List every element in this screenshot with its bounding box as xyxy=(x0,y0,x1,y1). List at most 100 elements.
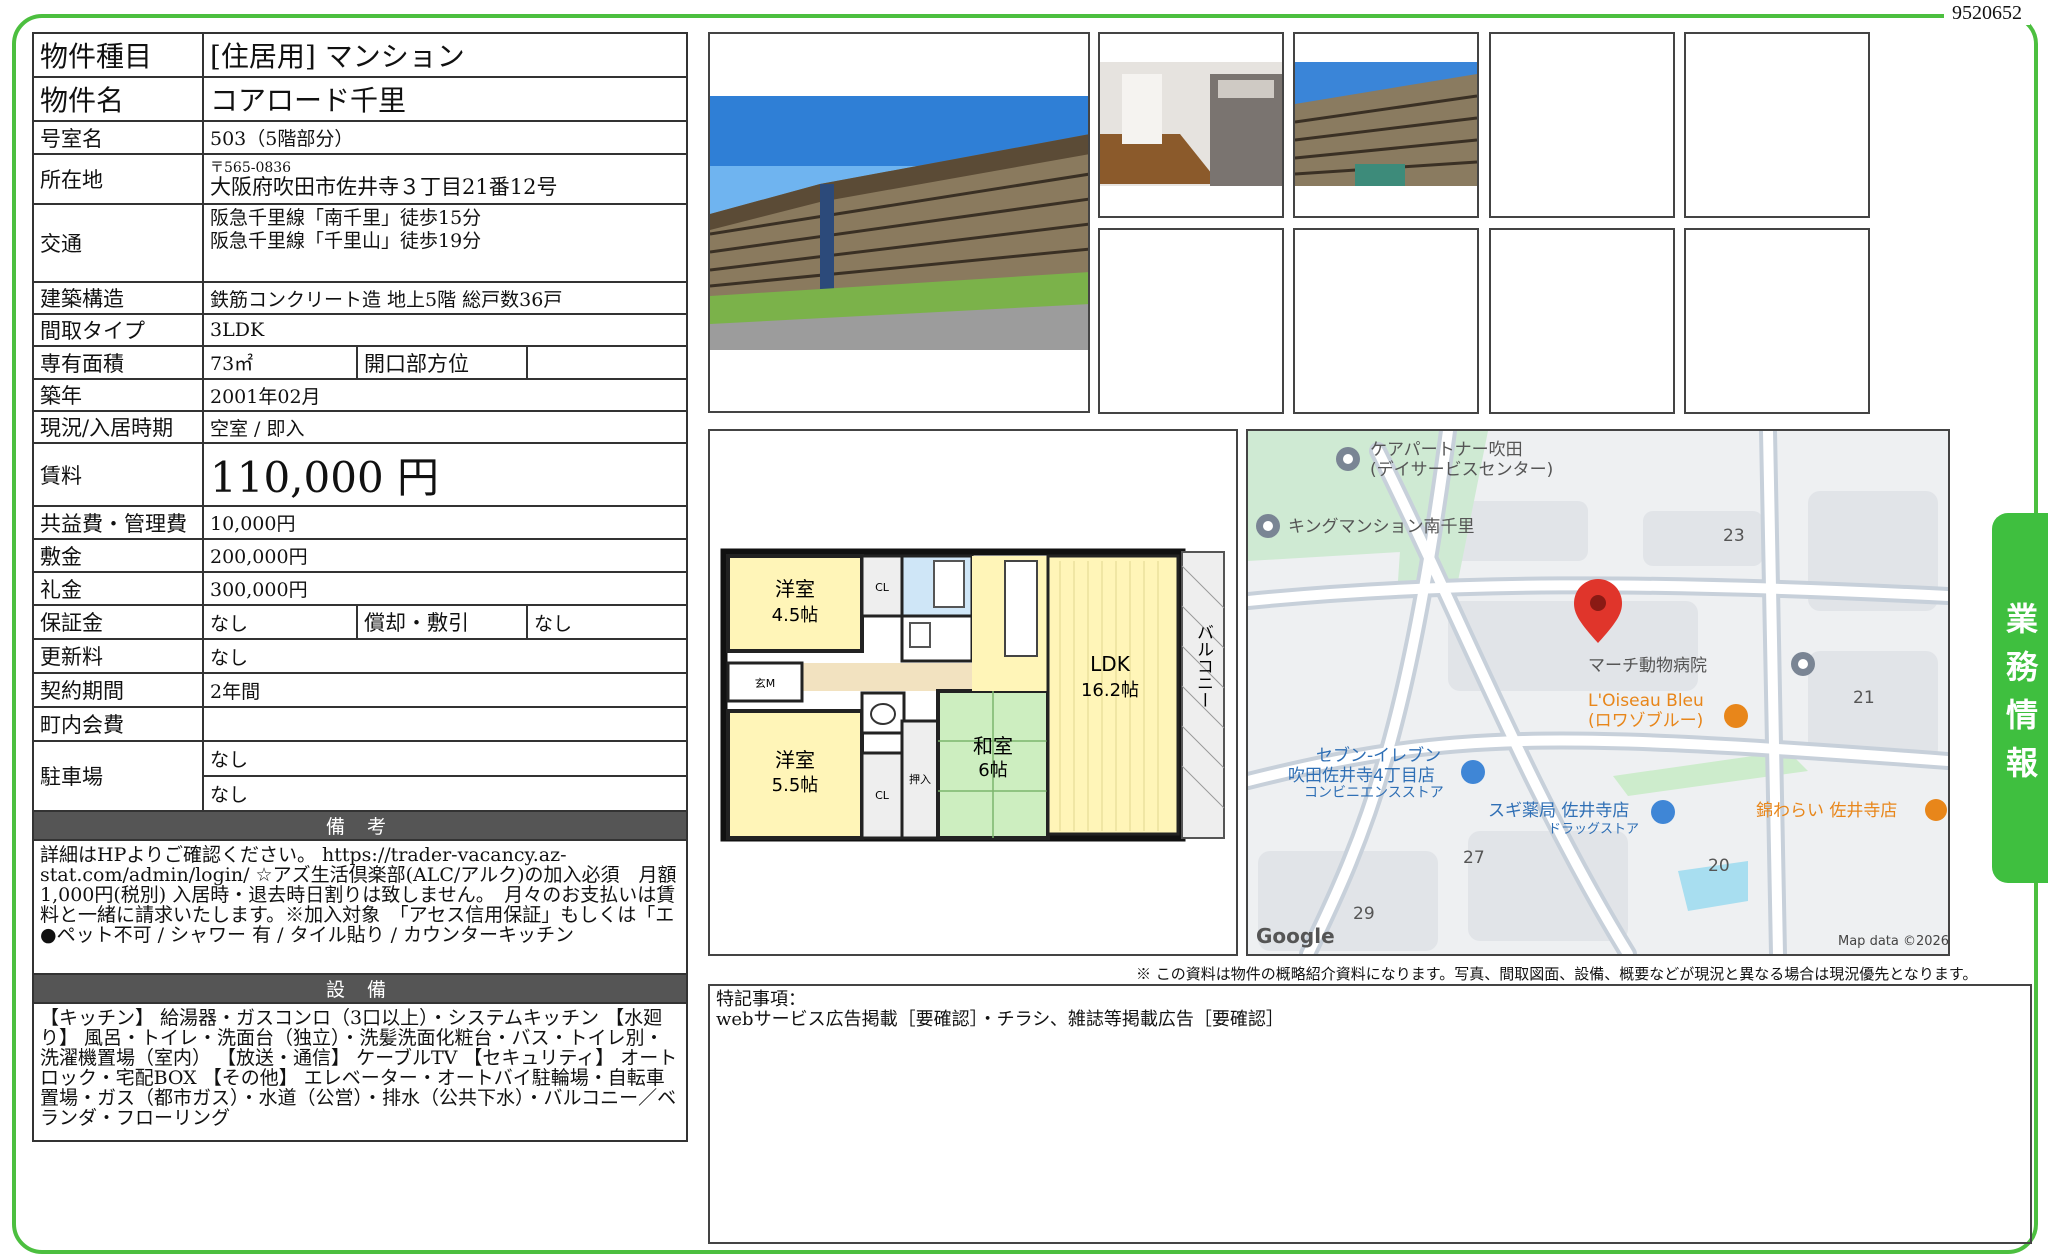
deposit-value: 200,000円 xyxy=(201,538,689,573)
rent-value: 110,000 円 xyxy=(201,442,689,507)
map-poi6-name: スギ薬局 佐井寺店 xyxy=(1488,801,1629,821)
built-value: 2001年02月 xyxy=(201,378,689,412)
layout-label: 間取タイプ xyxy=(32,313,204,347)
amortization-label: 償却・敷引 xyxy=(356,604,528,640)
notes-header: 備 考 xyxy=(31,810,689,841)
map-poi1-name: ケアパートナー吹田 xyxy=(1370,440,1523,460)
structure-label: 建築構造 xyxy=(32,281,204,315)
balcony-label: バルコニー xyxy=(1193,624,1213,709)
address-label: 所在地 xyxy=(32,153,204,205)
renewal-label: 更新料 xyxy=(32,638,204,674)
map-poi3-name: マーチ動物病院 xyxy=(1588,656,1707,676)
thumb-photo-exterior[interactable] xyxy=(1293,32,1479,218)
thumb-photo-kitchen[interactable] xyxy=(1098,32,1284,218)
floor-plan[interactable]: バルコニー 洋室 4.5帖 CL 玄M 洋室 5.5帖 CL 押入 和室 6帖 … xyxy=(708,429,1238,956)
room-value: 503（5階部分） xyxy=(201,120,689,155)
status-label: 現況/入居時期 xyxy=(32,410,204,444)
map-poi7-name: 錦わらい 佐井寺店 xyxy=(1756,801,1897,821)
area-label: 専有面積 xyxy=(32,345,204,380)
thumb-empty-4 xyxy=(1293,228,1479,414)
room3-label: 和室 xyxy=(973,734,1013,758)
thumb-empty-2 xyxy=(1684,32,1870,218)
map-block-20: 20 xyxy=(1708,856,1730,876)
room2-size: 5.5帖 xyxy=(772,775,819,796)
access-line-1: 阪急千里線「南千里」徒歩15分 xyxy=(210,207,482,229)
ldk-size: 16.2帖 xyxy=(1081,680,1139,701)
fee-value: 10,000円 xyxy=(201,505,689,540)
closet-label-1: CL xyxy=(875,581,890,594)
parking-value-1: なし xyxy=(201,740,689,777)
map-block-23: 23 xyxy=(1723,526,1745,546)
status-value: 空室 / 即入 xyxy=(201,410,689,444)
map-poi6-sub: ドラッグストア xyxy=(1548,822,1639,837)
guarantee-value: なし xyxy=(202,604,358,640)
special-remarks-box: 特記事項： webサービス広告掲載［要確認］・チラシ、雑誌等掲載広告［要確認］ xyxy=(708,984,2032,1244)
address-zip: 〒565-0836 xyxy=(210,160,292,176)
town-fee-value xyxy=(201,706,689,742)
map-block-27: 27 xyxy=(1463,848,1485,868)
room-label: 号室名 xyxy=(32,120,204,155)
direction-value xyxy=(525,345,689,380)
fee-label: 共益費・管理費 xyxy=(32,505,204,540)
address-cell: 〒565-0836 大阪府吹田市佐井寺３丁目21番12号 xyxy=(201,153,689,205)
business-info-tab-label: 業務情報 xyxy=(2001,602,2039,794)
address-value: 大阪府吹田市佐井寺３丁目21番12号 xyxy=(210,175,558,199)
amortization-value: なし xyxy=(525,604,689,640)
map-poi4-name: L'Oiseau Bleu xyxy=(1588,691,1704,711)
notes-features: ●ペット不可 / シャワー 有 / タイル貼り / カウンターキッチン xyxy=(40,924,575,946)
access-label: 交通 xyxy=(32,203,204,283)
thumb-empty-3 xyxy=(1098,228,1284,414)
equipment-text: 【キッチン】 給湯器・ガスコンロ（3口以上）・システムキッチン 【水廻り】 風呂… xyxy=(31,1002,689,1142)
thumb-empty-5 xyxy=(1489,228,1675,414)
built-label: 築年 xyxy=(32,378,204,412)
map-attribution: Map data ©2026 xyxy=(1838,934,1948,949)
type-value: [住居用] マンション xyxy=(201,32,689,78)
layout-value: 3LDK xyxy=(201,313,689,347)
genkan-label: 玄M xyxy=(755,676,776,690)
disclaimer-text: ※ この資料は物件の概略紹介資料になります。写真、間取図面、設備、概要などが現況… xyxy=(1136,965,1978,983)
map-poi5-sub2: コンビニエンスストア xyxy=(1304,785,1444,801)
business-info-tab[interactable]: 業務情報 xyxy=(1992,513,2048,883)
parking-value-2: なし xyxy=(201,775,689,812)
map-block-21: 21 xyxy=(1853,688,1875,708)
google-logo: Google xyxy=(1256,924,1335,948)
name-value: コアロード千里 xyxy=(201,76,689,122)
special-remarks-text: webサービス広告掲載［要確認］・チラシ、雑誌等掲載広告［要確認］ xyxy=(716,1009,1284,1030)
ldk-label: LDK xyxy=(1090,652,1131,676)
parking-label: 駐車場 xyxy=(32,740,204,812)
special-remarks-label: 特記事項： xyxy=(716,989,806,1010)
notes-text: 詳細はHPよりご確認ください。 https://trader-vacancy.a… xyxy=(40,844,677,926)
room1-label: 洋室 xyxy=(775,577,815,601)
access-line-2: 阪急千里線「千里山」徒歩19分 xyxy=(210,230,482,252)
location-map[interactable]: ケアパートナー吹田 (デイサービスセンター) キングマンション南千里 マーチ動物… xyxy=(1246,429,1950,956)
map-poi-king-mansion[interactable]: キングマンション南千里 xyxy=(1256,514,1475,538)
type-label: 物件種目 xyxy=(32,32,204,78)
map-poi5-sub: 吹田佐井寺4丁目店 xyxy=(1288,766,1435,786)
direction-label: 開口部方位 xyxy=(356,345,528,380)
contract-value: 2年間 xyxy=(201,672,689,708)
main-photo-building[interactable] xyxy=(708,32,1090,413)
room1-size: 4.5帖 xyxy=(772,605,819,626)
map-block-29: 29 xyxy=(1353,904,1375,924)
property-info-table: 物件種目 [住居用] マンション 物件名 コアロード千里 号室名 503（5階部分） … xyxy=(31,32,689,1142)
key-money-value: 300,000円 xyxy=(201,571,689,606)
map-poi4-sub: (ロワゾブルー) xyxy=(1588,710,1703,731)
access-cell: 阪急千里線「南千里」徒歩15分 阪急千里線「千里山」徒歩19分 xyxy=(201,203,689,283)
map-poi1-sub: (デイサービスセンター) xyxy=(1370,459,1553,480)
area-value: 73㎡ xyxy=(202,345,358,380)
name-label: 物件名 xyxy=(32,76,204,122)
thumb-empty-6 xyxy=(1684,228,1870,414)
contract-label: 契約期間 xyxy=(32,672,204,708)
oshiire-label: 押入 xyxy=(909,772,931,786)
room3-size: 6帖 xyxy=(978,760,1007,781)
map-poi5-name: セブン-イレブン xyxy=(1316,745,1441,766)
notes-cell: 詳細はHPよりご確認ください。 https://trader-vacancy.a… xyxy=(31,839,689,975)
key-money-label: 礼金 xyxy=(32,571,204,606)
structure-value: 鉄筋コンクリート造 地上5階 総戸数36戸 xyxy=(201,281,689,315)
renewal-value: なし xyxy=(201,638,689,674)
rent-label: 賃料 xyxy=(32,442,204,507)
room2-label: 洋室 xyxy=(775,748,815,772)
guarantee-label: 保証金 xyxy=(32,604,204,640)
deposit-label: 敷金 xyxy=(32,538,204,573)
town-fee-label: 町内会費 xyxy=(32,706,204,742)
